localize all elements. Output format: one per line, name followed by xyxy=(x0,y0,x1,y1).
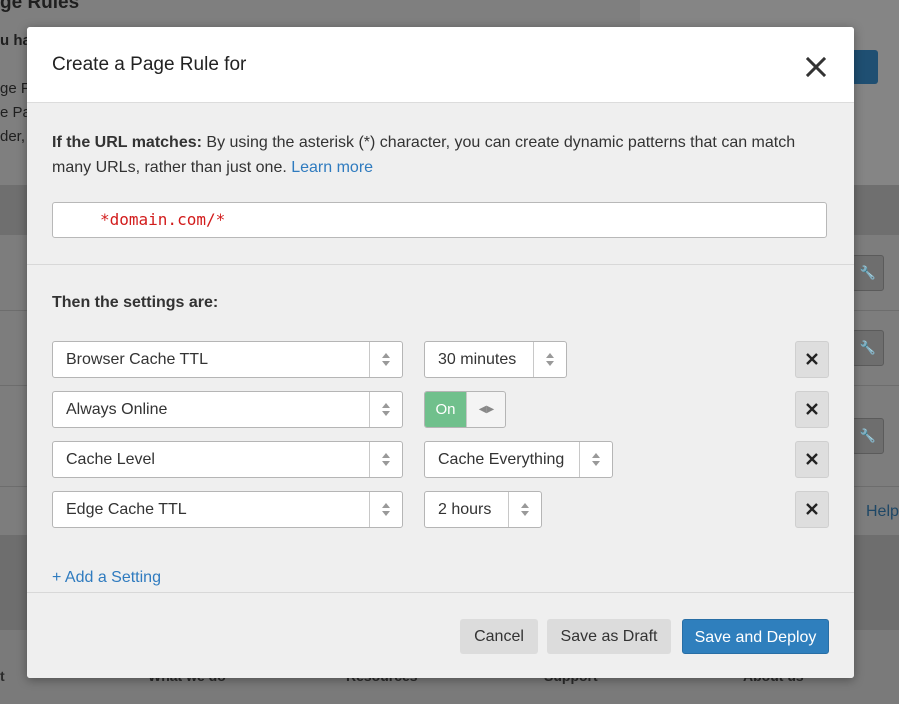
close-button[interactable] xyxy=(804,55,828,79)
toggle-on-label: On xyxy=(425,392,466,427)
url-description: If the URL matches: By using the asteris… xyxy=(52,130,822,180)
modal-footer: Cancel Save as Draft Save and Deploy xyxy=(27,592,854,678)
value-select[interactable]: Cache Everything xyxy=(424,441,613,478)
updown-arrows-icon xyxy=(369,442,402,477)
setting-select-value: Always Online xyxy=(66,401,168,418)
value-select-value: Cache Everything xyxy=(438,451,565,468)
setting-select-value: Browser Cache TTL xyxy=(66,351,208,368)
wrench-icon: 🔧 xyxy=(852,418,884,454)
always-online-toggle[interactable]: On ◀▶ xyxy=(424,391,506,428)
updown-arrows-icon xyxy=(369,342,402,377)
updown-arrows-icon xyxy=(369,492,402,527)
learn-more-link[interactable]: Learn more xyxy=(291,159,373,176)
wrench-icon: 🔧 xyxy=(852,255,884,291)
updown-arrows-icon xyxy=(508,492,541,527)
setting-select[interactable]: Browser Cache TTL xyxy=(52,341,403,378)
save-as-draft-button[interactable]: Save as Draft xyxy=(547,619,671,654)
setting-select-value: Edge Cache TTL xyxy=(66,501,187,518)
bg-text-fragment: der, xyxy=(0,128,26,145)
value-select-value: 30 minutes xyxy=(438,351,517,368)
setting-select[interactable]: Edge Cache TTL xyxy=(52,491,403,528)
modal-header: Create a Page Rule for xyxy=(27,27,854,103)
url-pattern-input[interactable]: *domain.com/* xyxy=(52,202,827,238)
wrench-icon: 🔧 xyxy=(852,330,884,366)
setting-select-value: Cache Level xyxy=(66,451,155,468)
left-right-arrows-icon: ◀▶ xyxy=(466,392,505,427)
add-setting-link[interactable]: + Add a Setting xyxy=(52,569,161,593)
value-select-value: 2 hours xyxy=(438,501,492,518)
cancel-button[interactable]: Cancel xyxy=(460,619,538,654)
modal-title: Create a Page Rule for xyxy=(52,54,247,75)
x-icon xyxy=(806,453,818,465)
updown-arrows-icon xyxy=(533,342,566,377)
url-label: If the URL matches: xyxy=(52,134,202,151)
bg-footer-column: t xyxy=(0,668,5,684)
settings-section: Then the settings are: Browser Cache TTL… xyxy=(27,265,854,593)
updown-arrows-icon xyxy=(579,442,612,477)
remove-setting-button[interactable] xyxy=(795,341,829,378)
x-icon xyxy=(806,503,818,515)
remove-setting-button[interactable] xyxy=(795,441,829,478)
bg-help-link: Help xyxy=(866,503,899,520)
bg-page-title: ge Rules xyxy=(0,0,80,13)
url-match-section: If the URL matches: By using the asteris… xyxy=(27,103,854,265)
close-icon xyxy=(805,56,827,78)
setting-select[interactable]: Always Online xyxy=(52,391,403,428)
bg-text-fragment: ge F xyxy=(0,80,31,97)
remove-setting-button[interactable] xyxy=(795,391,829,428)
updown-arrows-icon xyxy=(369,392,402,427)
x-icon xyxy=(806,353,818,365)
create-page-rule-modal: Create a Page Rule for If the URL matche… xyxy=(27,27,854,678)
x-icon xyxy=(806,403,818,415)
save-and-deploy-button[interactable]: Save and Deploy xyxy=(682,619,829,654)
remove-setting-button[interactable] xyxy=(795,491,829,528)
value-select[interactable]: 30 minutes xyxy=(424,341,567,378)
setting-select[interactable]: Cache Level xyxy=(52,441,403,478)
value-select[interactable]: 2 hours xyxy=(424,491,542,528)
settings-heading: Then the settings are: xyxy=(52,294,219,311)
